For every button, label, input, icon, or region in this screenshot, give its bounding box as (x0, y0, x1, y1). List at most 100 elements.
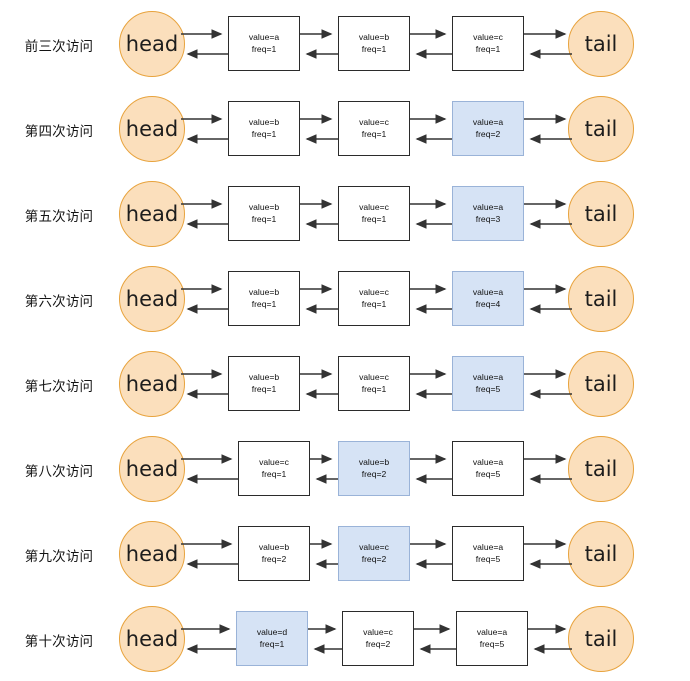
node-value: value=c (259, 456, 289, 467)
row-label: 第六次访问 (24, 293, 94, 310)
node-freq: freq=1 (251, 128, 277, 139)
r2s2 (410, 197, 452, 231)
list-node: value=b freq=1 (228, 356, 300, 411)
r4s0 (181, 367, 228, 401)
node-value: value=c (359, 371, 389, 382)
list-node: value=c freq=1 (338, 356, 410, 411)
node-freq: freq=1 (251, 43, 277, 54)
list-node: value=c freq=1 (338, 186, 410, 241)
node-freq: freq=2 (365, 638, 391, 649)
r1s1 (300, 112, 338, 146)
node-freq: freq=2 (261, 553, 287, 564)
r4s1 (300, 367, 338, 401)
diagram-row: 第八次访问 head tail value=c freq=1 value=b freq=2 v… (0, 426, 690, 511)
r2s0 (181, 197, 228, 231)
node-value: value=c (359, 201, 389, 212)
list-node-highlighted: value=d freq=1 (236, 611, 308, 666)
node-freq: freq=5 (475, 468, 501, 479)
r7s2 (414, 622, 456, 656)
r7s3 (528, 622, 572, 656)
r3s3 (524, 282, 572, 316)
node-value: value=a (476, 626, 508, 637)
r6s2 (410, 537, 452, 571)
tail-node: tail (568, 605, 634, 672)
list-node: value=c freq=1 (452, 16, 524, 71)
node-value: value=d (256, 626, 288, 637)
node-freq: freq=2 (361, 468, 387, 479)
r0s1 (300, 27, 338, 61)
node-value: value=b (248, 371, 280, 382)
list-node: value=a freq=1 (228, 16, 300, 71)
r5s2 (410, 452, 452, 486)
head-node: head (119, 95, 185, 162)
node-freq: freq=1 (251, 213, 277, 224)
node-freq: freq=4 (475, 298, 501, 309)
node-freq: freq=1 (475, 43, 501, 54)
r3s1 (300, 282, 338, 316)
r4s3 (524, 367, 572, 401)
list-node-highlighted: value=a freq=5 (452, 356, 524, 411)
r2s3 (524, 197, 572, 231)
tail-node: tail (568, 265, 634, 332)
r3s0 (181, 282, 228, 316)
head-node: head (119, 10, 185, 77)
diagram-row: 第四次访问 head tail value=b freq=1 value=c freq=1 v… (0, 86, 690, 171)
diagram-row: 前三次访问 head tail value=a freq=1 value=b freq=1 v… (0, 1, 690, 86)
node-value: value=a (472, 541, 504, 552)
list-node: value=c freq=1 (338, 101, 410, 156)
node-value: value=a (248, 31, 280, 42)
diagram-row: 第六次访问 head tail value=b freq=1 value=c freq=1 v… (0, 256, 690, 341)
r1s2 (410, 112, 452, 146)
diagram-row: 第九次访问 head tail value=b freq=2 value=c freq=2 v… (0, 511, 690, 596)
tail-node: tail (568, 435, 634, 502)
head-node: head (119, 350, 185, 417)
node-value: value=c (359, 116, 389, 127)
head-node: head (119, 180, 185, 247)
r6s1 (310, 537, 338, 571)
list-node: value=c freq=1 (238, 441, 310, 496)
r0s0 (181, 27, 228, 61)
list-node-highlighted: value=a freq=3 (452, 186, 524, 241)
diagram-row: 第五次访问 head tail value=b freq=1 value=c freq=1 v… (0, 171, 690, 256)
r6s0 (181, 537, 238, 571)
node-value: value=c (359, 286, 389, 297)
list-node-highlighted: value=c freq=2 (338, 526, 410, 581)
head-node: head (119, 520, 185, 587)
tail-node: tail (568, 350, 634, 417)
node-freq: freq=1 (261, 468, 287, 479)
node-freq: freq=1 (361, 43, 387, 54)
node-value: value=a (472, 371, 504, 382)
list-node-highlighted: value=a freq=2 (452, 101, 524, 156)
r7s1 (308, 622, 342, 656)
node-freq: freq=1 (361, 298, 387, 309)
tail-node: tail (568, 520, 634, 587)
node-freq: freq=1 (259, 638, 285, 649)
list-node: value=a freq=5 (456, 611, 528, 666)
list-node-highlighted: value=a freq=4 (452, 271, 524, 326)
diagram-row: 第十次访问 head tail value=d freq=1 value=c freq=2 v… (0, 596, 690, 681)
node-value: value=b (358, 31, 390, 42)
list-node-highlighted: value=b freq=2 (338, 441, 410, 496)
head-node: head (119, 265, 185, 332)
node-freq: freq=1 (251, 298, 277, 309)
list-node: value=b freq=1 (338, 16, 410, 71)
node-freq: freq=1 (361, 128, 387, 139)
node-value: value=c (363, 626, 393, 637)
r6s3 (524, 537, 572, 571)
head-node: head (119, 435, 185, 502)
list-node: value=b freq=1 (228, 186, 300, 241)
r5s3 (524, 452, 572, 486)
r0s3 (524, 27, 572, 61)
row-label: 第八次访问 (24, 463, 94, 480)
node-value: value=b (358, 456, 390, 467)
r1s3 (524, 112, 572, 146)
node-value: value=a (472, 456, 504, 467)
list-node: value=c freq=2 (342, 611, 414, 666)
node-freq: freq=3 (475, 213, 501, 224)
r4s2 (410, 367, 452, 401)
node-freq: freq=1 (361, 383, 387, 394)
node-value: value=a (472, 116, 504, 127)
tail-node: tail (568, 180, 634, 247)
head-node: head (119, 605, 185, 672)
node-value: value=b (248, 286, 280, 297)
